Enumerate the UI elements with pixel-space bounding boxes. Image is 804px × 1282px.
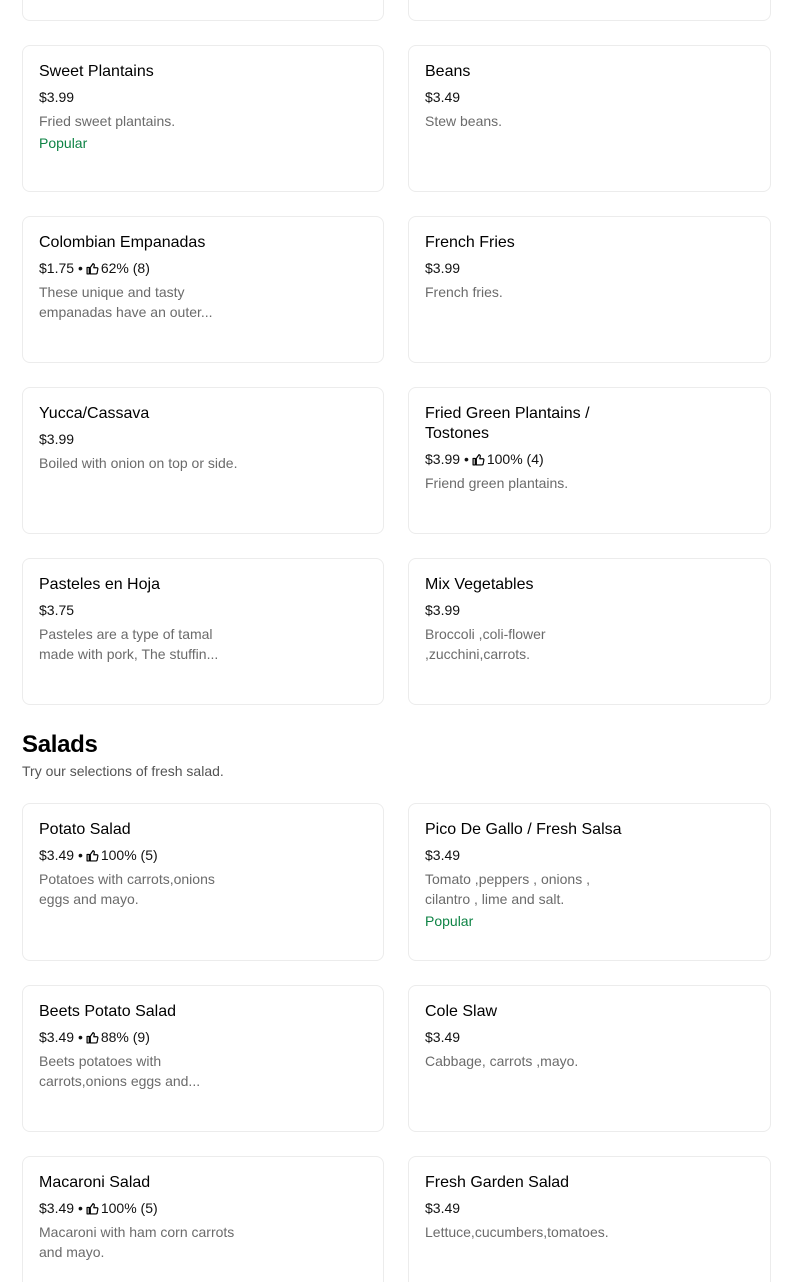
item-description: French fries. xyxy=(425,284,503,300)
item-name: Fresh Garden Salad xyxy=(425,1174,570,1191)
menu-item-card[interactable]: Beans $3.49 Stew beans. xyxy=(408,45,771,192)
menu-item-card[interactable]: French Fries $3.99 French fries. xyxy=(408,216,771,363)
item-name: Beans xyxy=(425,63,471,80)
separator-dot: • xyxy=(77,260,83,276)
popular-badge: Popular xyxy=(425,913,474,929)
section-title: Salads xyxy=(22,731,98,758)
thumbs-up-icon xyxy=(86,850,99,862)
menu-item-card[interactable]: Cole Slaw $3.49 Cabbage, carrots ,mayo. xyxy=(408,985,771,1132)
separator-dot: • xyxy=(77,847,83,863)
item-rating: 100% (4) xyxy=(486,451,544,467)
item-name: Fried Green Plantains / Tostones xyxy=(425,405,590,442)
item-description: Fried sweet plantains. xyxy=(39,113,176,129)
item-name: Cole Slaw xyxy=(425,1003,498,1020)
menu-item-card-partial[interactable] xyxy=(408,0,771,21)
separator-dot: • xyxy=(77,1029,83,1045)
popular-badge: Popular xyxy=(39,135,88,151)
menu-item-card[interactable]: Beets Potato Salad $3.49 • 88% (9) Beets … xyxy=(22,985,384,1132)
item-price: $3.75 xyxy=(39,602,75,618)
item-price: $3.99 xyxy=(425,602,461,618)
section-description: Try our selections of fresh salad. xyxy=(22,763,224,779)
item-name: Potato Salad xyxy=(39,821,131,838)
item-name: Pasteles en Hoja xyxy=(39,576,160,593)
item-price: $3.49 xyxy=(425,847,461,863)
item-description: Pasteles are a type of tamal made with p… xyxy=(39,626,219,662)
menu-item-card[interactable]: Mix Vegetables $3.99 Broccoli ,coli-flow… xyxy=(408,558,771,705)
menu-item-card[interactable]: Colombian Empanadas $1.75 • 62% (8) These… xyxy=(22,216,384,363)
menu-item-card[interactable]: Pasteles en Hoja $3.75 Pasteles are a ty… xyxy=(22,558,384,705)
thumbs-up-icon xyxy=(86,1203,99,1215)
item-name: Colombian Empanadas xyxy=(39,234,206,251)
item-price: $3.99 xyxy=(425,451,461,467)
item-rating: 62% (8) xyxy=(100,260,150,276)
item-description: Macaroni with ham corn carrots and mayo. xyxy=(39,1224,235,1260)
item-description: Broccoli ,coli-flower ,zucchini,carrots. xyxy=(425,626,546,662)
menu-item-card-partial[interactable] xyxy=(22,0,384,21)
separator-dot: • xyxy=(77,1200,83,1216)
menu-item-card[interactable]: Fresh Garden Salad $3.49 Lettuce,cucumbe… xyxy=(408,1156,771,1282)
item-name: Sweet Plantains xyxy=(39,63,154,80)
item-price: $3.49 xyxy=(39,1029,75,1045)
item-description: Potatoes with carrots,onions eggs and ma… xyxy=(39,871,215,907)
menu-item-card[interactable]: Sweet Plantains $3.99 Fried sweet planta… xyxy=(22,45,384,192)
item-name: Mix Vegetables xyxy=(425,576,534,593)
item-meta: $1.75 • 62% (8) xyxy=(39,258,239,278)
item-name: Macaroni Salad xyxy=(39,1174,151,1191)
item-rating: 100% (5) xyxy=(100,1200,158,1216)
item-meta: $3.99 • 100% (4) xyxy=(425,449,635,469)
item-description: These unique and tasty empanadas have an… xyxy=(39,284,213,320)
item-meta: $3.49 • 88% (9) xyxy=(39,1027,239,1047)
item-description: Stew beans. xyxy=(425,113,503,129)
item-price: $3.49 xyxy=(425,1029,461,1045)
item-price: $3.49 xyxy=(39,1200,75,1216)
item-price: $3.49 xyxy=(39,847,75,863)
thumbs-up-icon xyxy=(472,454,485,466)
item-price: $3.99 xyxy=(39,89,75,105)
item-name: French Fries xyxy=(425,234,515,251)
menu-item-card[interactable]: Pico De Gallo / Fresh Salsa $3.49 Tomato… xyxy=(408,803,771,961)
item-description: Cabbage, carrots ,mayo. xyxy=(425,1053,579,1069)
menu-item-card[interactable]: Potato Salad $3.49 • 100% (5) Potatoes wi… xyxy=(22,803,384,961)
item-name: Pico De Gallo / Fresh Salsa xyxy=(425,821,622,838)
item-description: Tomato ,peppers , onions , cilantro , li… xyxy=(425,871,590,907)
item-name: Yucca/Cassava xyxy=(39,405,150,422)
menu-item-card[interactable]: Fried Green Plantains / Tostones $3.99 •… xyxy=(408,387,771,534)
item-meta: $3.49 • 100% (5) xyxy=(39,845,239,865)
thumbs-up-icon xyxy=(86,263,99,275)
item-description: Beets potatoes with carrots,onions eggs … xyxy=(39,1053,201,1089)
thumbs-up-icon xyxy=(86,1032,99,1044)
item-price: $1.75 xyxy=(39,260,75,276)
item-name: Beets Potato Salad xyxy=(39,1003,176,1020)
item-rating: 100% (5) xyxy=(100,847,158,863)
item-price: $3.49 xyxy=(425,89,461,105)
item-description: Lettuce,cucumbers,tomatoes. xyxy=(425,1224,609,1240)
menu-item-card[interactable]: Yucca/Cassava $3.99 Boiled with onion on… xyxy=(22,387,384,534)
item-price: $3.99 xyxy=(425,260,461,276)
item-description: Boiled with onion on top or side. xyxy=(39,455,238,471)
item-meta: $3.49 • 100% (5) xyxy=(39,1198,239,1218)
separator-dot: • xyxy=(463,451,469,467)
item-rating: 88% (9) xyxy=(100,1029,150,1045)
item-description: Friend green plantains. xyxy=(425,475,569,491)
menu-item-card[interactable]: Macaroni Salad $3.49 • 100% (5) Macaroni … xyxy=(22,1156,384,1282)
item-price: $3.49 xyxy=(425,1200,461,1216)
item-price: $3.99 xyxy=(39,431,75,447)
